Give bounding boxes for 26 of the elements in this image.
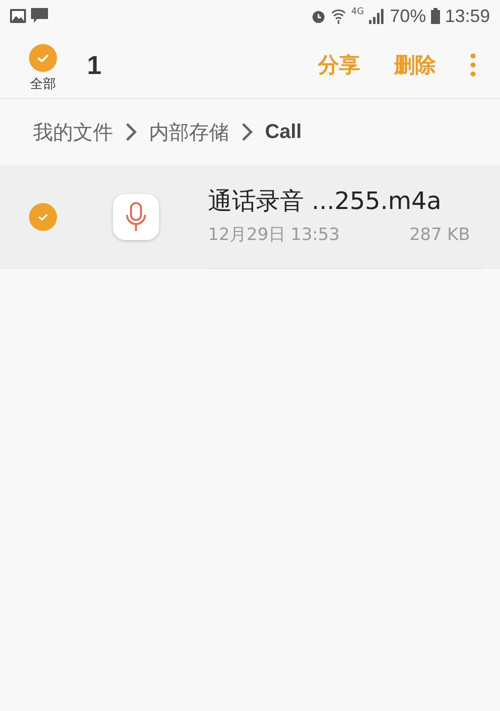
check-icon <box>35 52 51 64</box>
breadcrumb-item[interactable]: 内部存储 <box>149 118 229 146</box>
clock: 13:59 <box>444 6 490 26</box>
select-all-label: 全部 <box>30 76 56 92</box>
check-icon <box>36 212 50 222</box>
battery-percent: 70% <box>390 6 426 26</box>
chevron-icon <box>125 122 137 142</box>
file-size: 287 KB <box>409 225 470 245</box>
signal-icon <box>368 8 385 24</box>
breadcrumb-item[interactable]: 我的文件 <box>33 118 113 146</box>
alarm-icon <box>311 8 326 24</box>
chevron-icon <box>241 122 253 142</box>
image-icon <box>10 9 26 23</box>
audio-file-icon <box>113 194 159 240</box>
file-date: 12月29日 13:53 <box>208 224 340 246</box>
network-label: 4G <box>351 7 364 17</box>
wifi-icon <box>331 8 346 24</box>
more-icon[interactable] <box>470 53 476 77</box>
file-row[interactable]: 通话录音 ...255.m4a 12月29日 13:53 287 KB <box>0 165 500 269</box>
message-icon <box>31 8 48 24</box>
selected-count: 1 <box>87 50 102 80</box>
row-checkbox[interactable] <box>29 203 57 231</box>
file-name: 通话录音 ...255.m4a <box>208 186 442 217</box>
breadcrumb-item[interactable]: Call <box>265 120 302 144</box>
battery-icon <box>430 8 440 24</box>
select-all-checkbox[interactable] <box>29 44 57 72</box>
